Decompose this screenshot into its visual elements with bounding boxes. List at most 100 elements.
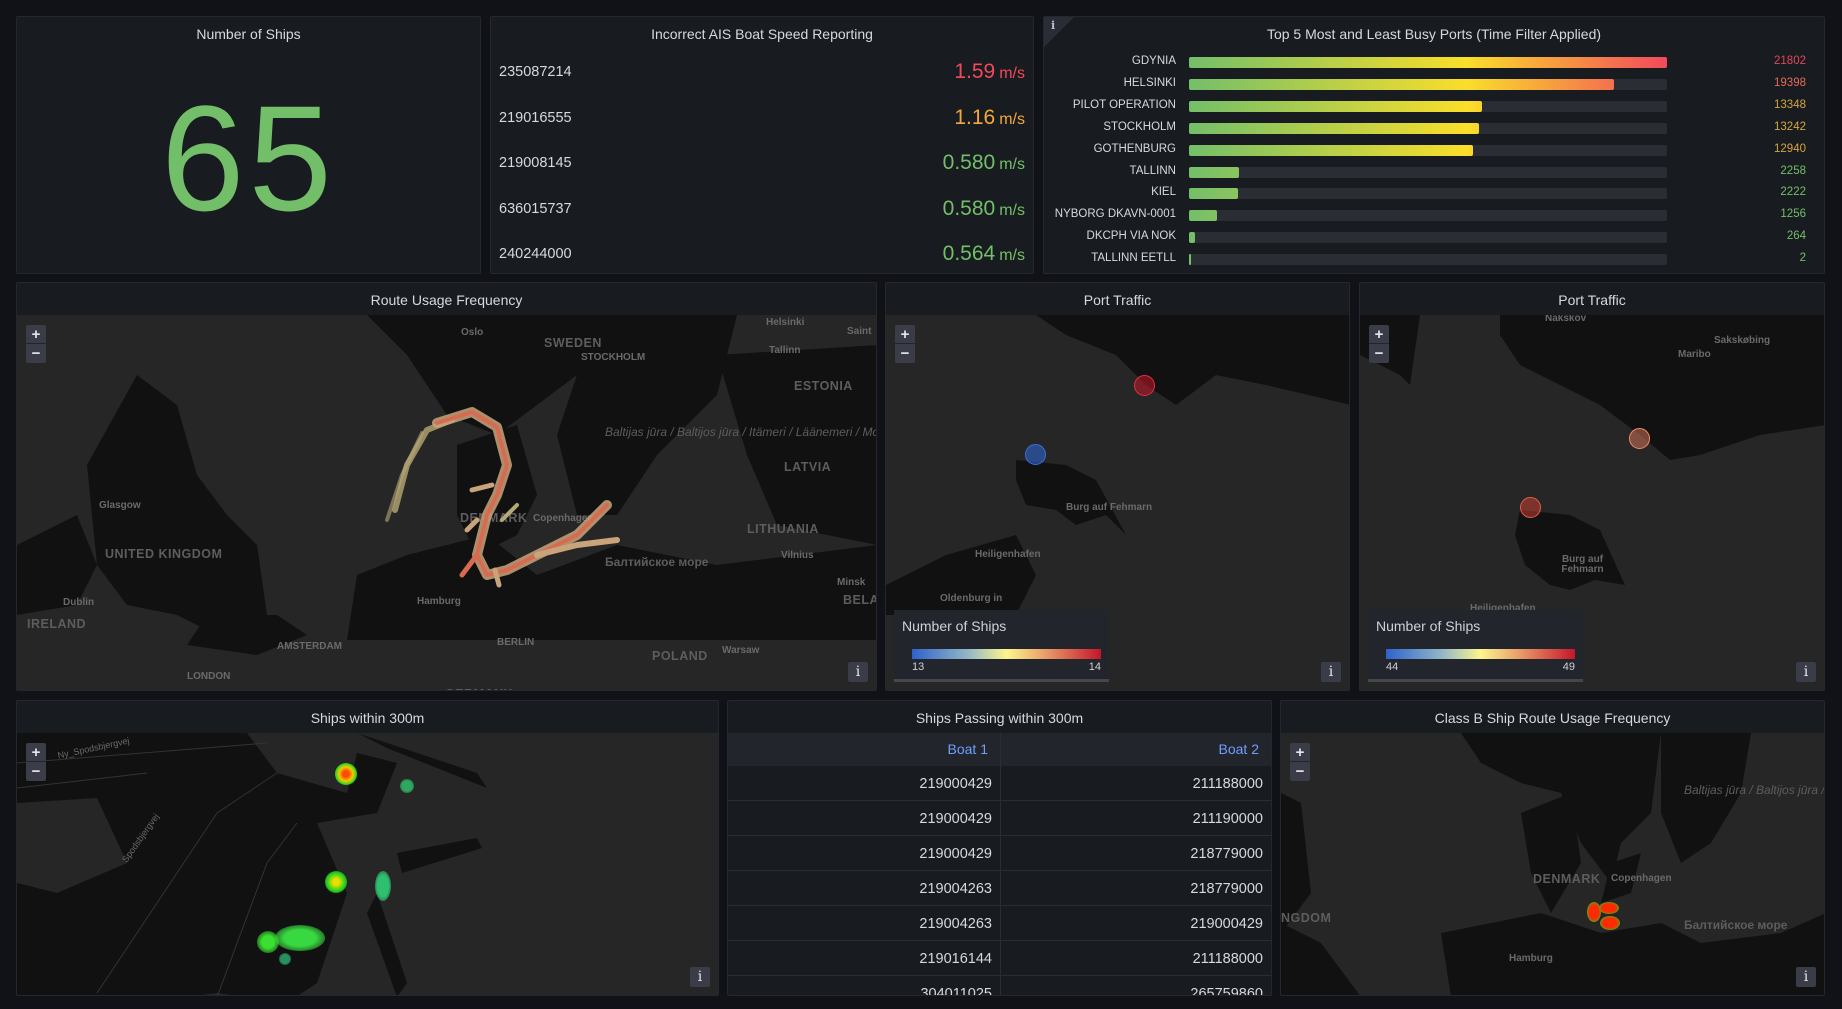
port-value: 2 (1799, 252, 1806, 265)
info-corner[interactable] (1044, 17, 1074, 47)
map-label: Heiligenhafen (975, 549, 1041, 560)
cell-boat-1: 304011025 (920, 986, 992, 996)
legend-max: 14 (1088, 661, 1101, 673)
map-label: Burg auf Fehmarn (1066, 502, 1153, 513)
map-info-button[interactable]: i (1796, 967, 1816, 987)
heatmap-point (325, 871, 347, 893)
zoom-out-button[interactable]: − (1369, 344, 1389, 363)
port-name: HELSINKI (1123, 76, 1176, 89)
panel-ships-passing: Ships Passing within 300m Boat 1 Boat 2 … (727, 700, 1272, 996)
port-marker[interactable] (1025, 444, 1046, 465)
zoom-in-button[interactable]: + (1290, 743, 1310, 762)
port-value: 13348 (1774, 98, 1806, 111)
info-icon[interactable]: i (1051, 19, 1055, 32)
map-label: DENMARK (1533, 872, 1601, 886)
port-name: STOCKHOLM (1103, 120, 1176, 133)
port-bar-fill (1189, 57, 1667, 68)
panel-route-usage: Route Usage Frequency Oslo SWEDEN STOCKH… (16, 282, 877, 691)
speed-value: 0.580 m/s (943, 151, 1025, 175)
table-row[interactable]: 219004263 218779000 (728, 871, 1271, 906)
port-traffic-map[interactable]: Burg auf Fehmarn Heiligenhafen Oldenburg… (886, 315, 1349, 690)
column-header-boat-1[interactable]: Boat 1 (728, 733, 1000, 766)
cell-boat-1: 219004263 (919, 916, 992, 932)
port-row: TALLINN EETLL 2 (1044, 249, 1824, 271)
cell-boat-2: 265759860 (1190, 986, 1263, 996)
port-row: HELSINKI 19398 (1044, 74, 1824, 96)
map-info-button[interactable]: i (1321, 662, 1341, 682)
ships-within-map[interactable]: Ny_Spodsbjergvej Spodsbjergvej + − i (17, 733, 718, 995)
map-label: Sakskøbing (1714, 335, 1771, 346)
port-bar-track (1189, 232, 1667, 244)
port-traffic-map[interactable]: Nakskov Maribo Sakskøbing Burg auf Fehma… (1360, 315, 1824, 690)
speed-number: 0.580 (942, 151, 996, 174)
port-value: 21802 (1774, 55, 1806, 67)
boat-id: 636015737 (499, 200, 572, 217)
map-info-button[interactable]: i (848, 662, 868, 682)
port-row: DKCPH VIA NOK 264 (1044, 227, 1824, 249)
panel-port-traffic-1: Port Traffic Burg auf Fehmarn Heiligenha… (885, 282, 1350, 691)
speed-row: 235087214 1.59 m/s (499, 52, 1025, 92)
route-map[interactable]: Oslo SWEDEN STOCKHOLM Helsinki Saint Tal… (17, 315, 876, 690)
port-name: NYBORG DKAVN-0001 (1054, 208, 1176, 221)
zoom-out-button[interactable]: − (26, 344, 46, 363)
panel-title: Ships within 300m (310, 710, 425, 726)
zoom-out-button[interactable]: − (895, 344, 915, 363)
cell-boat-1: 219000429 (919, 776, 992, 792)
port-value: 264 (1786, 230, 1806, 243)
map-label: Nakskov (1545, 315, 1587, 324)
table-row[interactable]: 219000429 211190000 (728, 801, 1271, 836)
port-marker[interactable] (1629, 428, 1650, 449)
legend-color-bar (912, 649, 1101, 659)
cell-boat-1: 219000429 (919, 846, 992, 862)
port-bar-track (1189, 166, 1667, 178)
map-info-button[interactable]: i (1796, 662, 1816, 682)
heatmap-point (279, 953, 291, 965)
zoom-control: + − (895, 325, 915, 363)
speed-value: 1.59 m/s (954, 60, 1025, 84)
port-bar-fill (1189, 144, 1473, 156)
column-header-boat-2[interactable]: Boat 2 (1000, 733, 1271, 766)
zoom-in-button[interactable]: + (895, 325, 915, 344)
panel-incorrect-speed: Incorrect AIS Boat Speed Reporting 23508… (490, 16, 1034, 274)
legend-min: 44 (1386, 661, 1399, 673)
table-row[interactable]: 219016144 211188000 (728, 941, 1271, 976)
table-row[interactable]: 219000429 211188000 (728, 766, 1271, 801)
table-row[interactable]: 304011025 265759860 (728, 976, 1271, 996)
zoom-in-button[interactable]: + (1369, 325, 1389, 344)
zoom-control: + − (26, 325, 46, 363)
port-name: TALLINN (1129, 164, 1176, 177)
panel-title: Number of Ships (196, 26, 301, 42)
zoom-out-button[interactable]: − (26, 762, 46, 781)
speed-value: 0.580 m/s (943, 197, 1025, 221)
speed-row: 636015737 0.580 m/s (499, 189, 1025, 229)
port-marker[interactable] (1134, 375, 1155, 396)
zoom-out-button[interactable]: − (1290, 762, 1310, 781)
legend-title: Number of Ships (902, 618, 1007, 634)
map-label: Copenhagen (1611, 873, 1672, 884)
class-b-map[interactable]: NGDOM DENMARK Copenhagen Hamburg Baltija… (1281, 733, 1824, 995)
speed-number: 0.564 (942, 242, 996, 265)
cell-boat-1: 219004263 (919, 881, 992, 897)
map-label-sea: Балтийское море (1684, 918, 1788, 932)
port-row: TALLINN 2258 (1044, 162, 1824, 184)
zoom-in-button[interactable]: + (26, 325, 46, 344)
port-bar-fill (1189, 100, 1482, 112)
map-info-button[interactable]: i (690, 967, 710, 987)
zoom-in-button[interactable]: + (26, 743, 46, 762)
heatmap-point (400, 779, 414, 793)
port-marker[interactable] (1520, 497, 1541, 518)
map-land (17, 733, 487, 995)
table-row[interactable]: 219004263 219000429 (728, 906, 1271, 941)
port-bar-track (1189, 210, 1667, 222)
port-bar-fill (1189, 254, 1191, 266)
panel-title: Class B Ship Route Usage Frequency (1434, 710, 1671, 726)
heatmap-point (275, 925, 325, 951)
port-name: GOTHENBURG (1093, 142, 1176, 155)
port-value: 2222 (1780, 186, 1806, 199)
speed-row: 240244000 0.564 m/s (499, 234, 1025, 273)
port-name: TALLINN EETLL (1091, 252, 1176, 265)
table-row[interactable]: 219000429 218779000 (728, 836, 1271, 871)
port-bar-fill (1189, 232, 1195, 244)
port-bar-fill (1189, 210, 1217, 222)
boat-id: 235087214 (499, 64, 572, 80)
